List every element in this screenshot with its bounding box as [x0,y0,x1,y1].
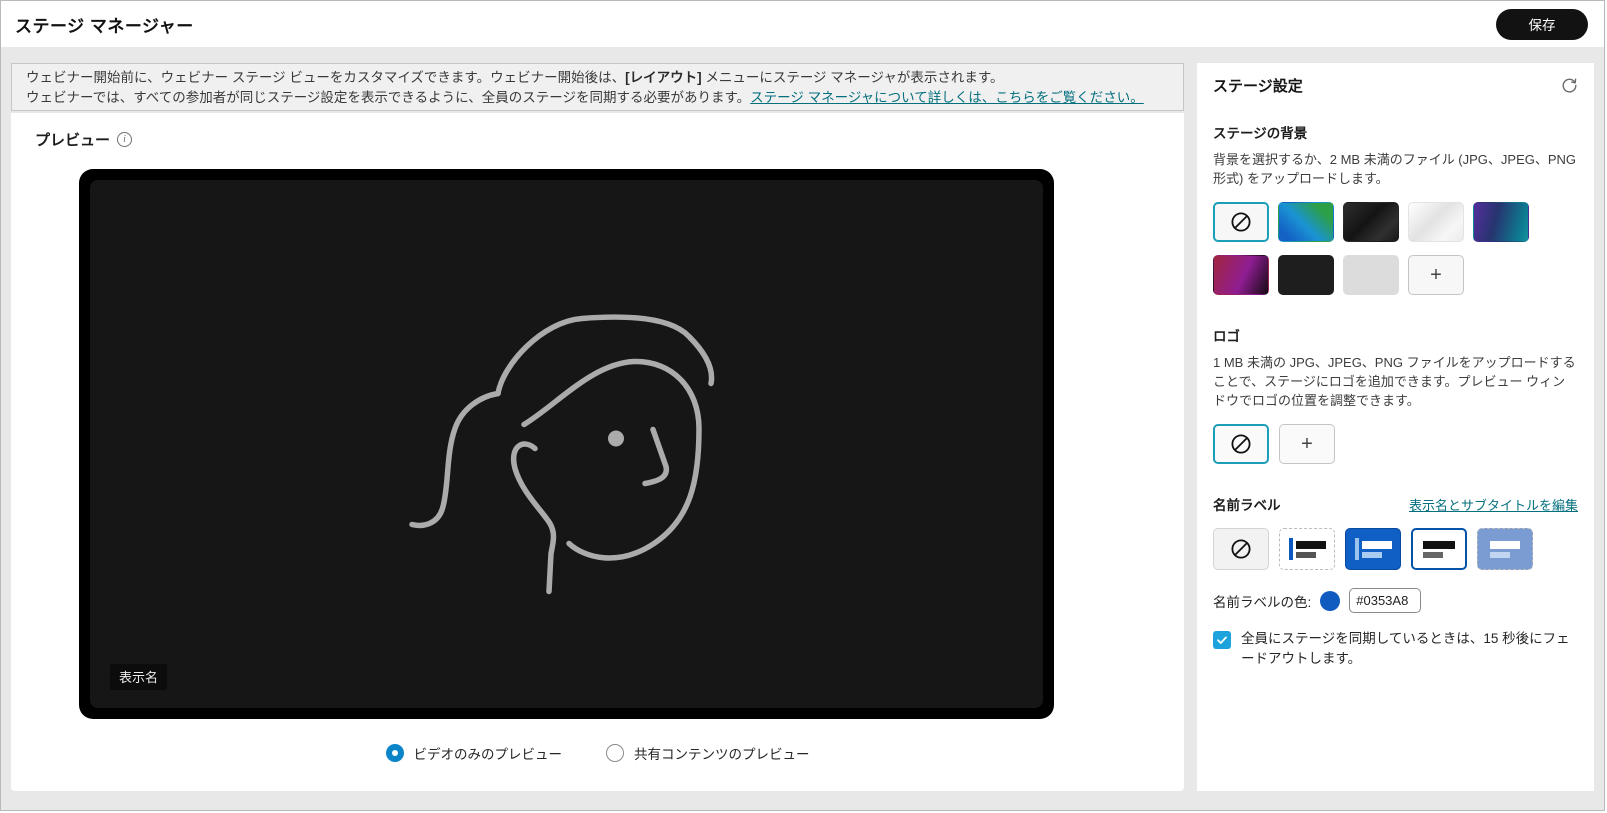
checkmark-icon [1216,634,1228,646]
background-swatch-magenta-purple-gradient[interactable] [1213,255,1269,295]
logo-section-description: 1 MB 未満の JPG、JPEG、PNG ファイルをアップロードすることで、ス… [1213,353,1578,410]
name-label-style-light-plain-selected[interactable] [1411,528,1467,570]
learn-more-link[interactable]: ステージ マネージャについて詳しくは、こちらをご覧ください。 [750,90,1144,105]
name-label-color-input[interactable] [1349,588,1421,613]
info-banner: ウェビナー開始前に、ウェビナー ステージ ビューをカスタマイズできます。ウェビナ… [11,63,1184,111]
edit-display-name-link[interactable]: 表示名とサブタイトルを編集 [1409,495,1578,514]
background-swatch-light-gray[interactable] [1343,255,1399,295]
refresh-icon[interactable] [1561,77,1578,94]
banner-line2: ウェビナーでは、すべての参加者が同じステージ設定を表示できるように、全員のステー… [26,88,1169,108]
background-swatch-grid: + [1213,202,1578,295]
radio-video-only-label: ビデオのみのプレビュー [414,743,563,763]
avatar-figure [402,277,732,607]
background-swatch-black[interactable] [1278,255,1334,295]
radio-video-only-preview[interactable]: ビデオのみのプレビュー [386,743,563,763]
stage-preview-video[interactable]: 表示名 [90,180,1043,708]
background-section-title: ステージの背景 [1213,122,1578,142]
background-swatch-blue-green-gradient[interactable] [1278,202,1334,242]
radio-shared-content-label: 共有コンテンツのプレビュー [634,743,810,763]
name-label-style-options [1213,528,1578,570]
prohibited-icon [1230,538,1252,560]
sync-fadeout-checkbox[interactable] [1213,631,1231,649]
background-swatch-light-gray-wave[interactable] [1408,202,1464,242]
background-swatch-purple-teal-gradient[interactable] [1473,202,1529,242]
radio-unselected-icon[interactable] [606,744,624,762]
radio-selected-icon[interactable] [386,744,404,762]
banner-line1: ウェビナー開始前に、ウェビナー ステージ ビューをカスタマイズできます。ウェビナ… [26,68,1169,88]
preview-card: プレビュー i 表示名 [11,113,1184,791]
radio-shared-content-preview[interactable]: 共有コンテンツのプレビュー [606,743,810,763]
save-button[interactable]: 保存 [1496,9,1588,40]
background-section-description: 背景を選択するか、2 MB 未満のファイル (JPG、JPEG、PNG 形式) … [1213,150,1578,188]
plus-icon: + [1301,433,1313,456]
stage-settings-panel: ステージ設定 ステージの背景 背景を選択するか、2 MB 未満のファイル (JP… [1197,63,1594,791]
prohibited-icon [1230,433,1252,455]
preview-mode-radios: ビデオのみのプレビュー 共有コンテンツのプレビュー [11,743,1184,763]
logo-add-button[interactable]: + [1279,424,1335,464]
name-label-style-light-accent-bar[interactable] [1279,528,1335,570]
prohibited-icon [1230,211,1252,233]
name-label-section-title: 名前ラベル [1213,494,1281,514]
name-label-color-label: 名前ラベルの色: [1213,591,1311,611]
display-name-label: 表示名 [110,664,167,690]
background-swatch-none[interactable] [1213,202,1269,242]
logo-section-title: ロゴ [1213,325,1578,345]
stage-manager-page: ステージ マネージャー 保存 ウェビナー開始前に、ウェビナー ステージ ビューを… [0,0,1605,811]
avatar-placeholder [402,277,732,612]
name-label-style-none[interactable] [1213,528,1269,570]
stage-preview-frame: 表示名 [79,169,1054,719]
logo-none-button[interactable] [1213,424,1269,464]
background-swatch-dark-gray-wave[interactable] [1343,202,1399,242]
plus-icon: + [1430,264,1442,287]
name-label-style-solid-blue-accent-bar[interactable] [1345,528,1401,570]
name-label-style-translucent-blue[interactable] [1477,528,1533,570]
info-icon[interactable]: i [117,132,132,147]
page-title: ステージ マネージャー [15,12,194,37]
panel-title: ステージ設定 [1213,75,1303,96]
sync-fadeout-label: 全員にステージを同期しているときは、15 秒後にフェードアウトします。 [1241,629,1578,669]
logo-options: + [1213,424,1578,464]
name-label-color-swatch[interactable] [1320,591,1340,611]
background-add-button[interactable]: + [1408,255,1464,295]
header: ステージ マネージャー 保存 [1,1,1604,47]
preview-title: プレビュー [35,129,110,150]
